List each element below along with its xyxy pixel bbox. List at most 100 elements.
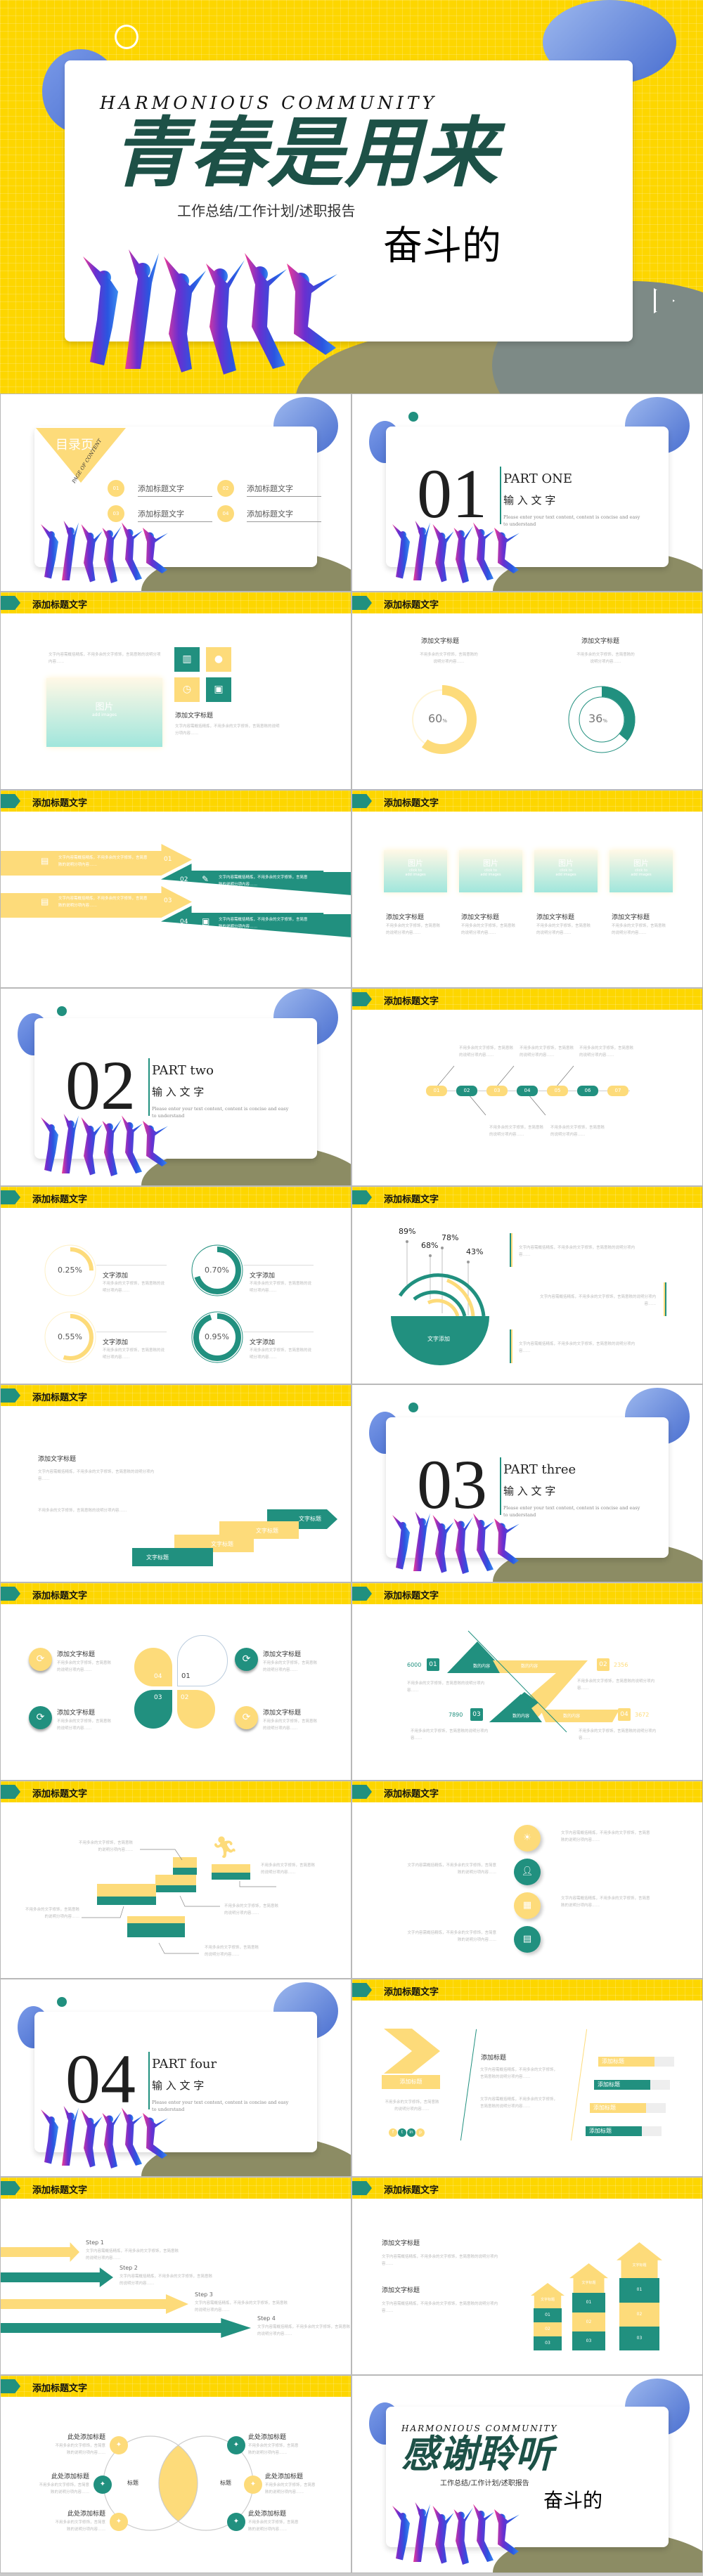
- refresh-icon: ⟳: [29, 1706, 52, 1729]
- jumping-people-illustration: [37, 1114, 178, 1177]
- slide-arrow-bands[interactable]: 添加标题文字 ▤ 01 文字内容需概括精炼，不用多余的文字修饰，言简意赅的说明分…: [0, 790, 352, 988]
- slide-icon-tiles[interactable]: 添加标题文字 文字内容需概括精炼，不用多余的文字修饰，言简意赅的说明分项内容………: [0, 592, 352, 790]
- venn-item-title: 此处添加标题: [67, 2434, 105, 2441]
- venn-item-title: 此处添加标题: [265, 2473, 304, 2480]
- social-f-icon[interactable]: f: [389, 2128, 397, 2137]
- body-text: 不用多余的文字修饰，言简意赅的说明分项内容……: [78, 1841, 133, 1852]
- slide-closing[interactable]: HARMONIOUS COMMUNITY 感谢聆听 工作总结/工作计划/述职报告…: [352, 2375, 703, 2573]
- slide-section-02[interactable]: 02 PART two 输 入 文 字 Please enter your te…: [0, 988, 352, 1186]
- slide-growth-columns[interactable]: 添加标题文字 添加文字标题 文字内容需概括精炼，不用多余的文字修饰，言简意赅的说…: [352, 2177, 703, 2375]
- z-label: 数的内容: [473, 1664, 491, 1669]
- z-value: 6000: [407, 1662, 422, 1668]
- timeline-pill[interactable]: 04: [517, 1086, 538, 1096]
- timeline-pill[interactable]: 03: [486, 1086, 508, 1096]
- slide-timeline[interactable]: 添加标题文字 01 02 03 04 05 06 07 不用多余的文字修饰，言简意赅的说明分…: [352, 988, 703, 1186]
- teal-dot-decoration: [408, 1403, 418, 1412]
- z-value: 2356: [614, 1662, 628, 1668]
- computer-icon: ▣: [202, 916, 210, 926]
- stair-step: 文字标题: [132, 1548, 213, 1566]
- slide-gallery[interactable]: 添加标题文字 图片 click to add images 添加文字标题 不用多余的…: [352, 790, 703, 988]
- growth-title: 添加文字标题: [382, 2287, 420, 2294]
- social-in-icon[interactable]: in: [407, 2128, 415, 2137]
- slide-venn[interactable]: 添加标题文字 标题 标题 ✦ 此处添加标题 不用多余的文字修饰，言简意赅的说明分…: [0, 2375, 352, 2573]
- section-number: 02: [65, 1046, 136, 1124]
- column-segment: 03: [572, 2331, 605, 2350]
- timeline-pill[interactable]: 06: [577, 1086, 598, 1096]
- body-text: 不用多余的文字修饰，言简意赅的说明分项内容……: [250, 1348, 312, 1360]
- image-placeholder[interactable]: 图片 click to add images: [459, 850, 522, 892]
- body-text: 文字内容需概括精炼，不用多余的文字修饰，言简意赅的说明分项内容……: [539, 1295, 656, 1306]
- column-arrow-head: [569, 2263, 608, 2294]
- stairs-title: 添加文字标题: [38, 1456, 77, 1463]
- donut-unit: %: [442, 718, 448, 724]
- image-placeholder[interactable]: 图片 add images: [46, 678, 162, 747]
- tile-building-icon: ▥: [174, 647, 200, 672]
- image-hint: add images: [91, 713, 117, 717]
- closing-subtitle: 工作总结/工作计划/述职报告: [440, 2480, 529, 2487]
- body-text: 文字内容需概括精炼，不用多余的文字修饰，言简意赅的说明分项内容……: [382, 2302, 498, 2313]
- slide-section-03[interactable]: 03 PART three 输 入 文 字 Please enter your …: [352, 1384, 703, 1582]
- closing-tagline: 奋斗的: [543, 2489, 603, 2512]
- lightbulb-icon: ☀: [514, 1825, 541, 1852]
- arrow-number: 04: [180, 918, 188, 925]
- slide-arc-bowl[interactable]: 添加标题文字 89% 68% 78% 43% 文字添加 文字内容需概括精炼，不用…: [352, 1186, 703, 1384]
- slide-header: 添加标题文字: [1, 1187, 351, 1208]
- cover-title: 青春是用来: [112, 110, 500, 197]
- slide-progress-rings[interactable]: 添加标题文字 0.25% 文字添加 不用多余的文字修饰，言简意赅的说明分项内容……: [0, 1186, 352, 1384]
- slide-chevron-bars[interactable]: 添加标题文字 添加标题 不用多余的文字修饰，言简意赅的说明分项内容…… f t in…: [352, 1979, 703, 2177]
- body-text: 不用多余的文字修饰，言简意赅的说明分项内容……: [25, 1908, 79, 1919]
- slide-clover[interactable]: 添加标题文字 04 01 03 02 ⟳ 添加文字标题 不用多余的文字修饰，言简…: [0, 1582, 352, 1781]
- column-arrow-head: [531, 2283, 565, 2308]
- image-label: 图片: [95, 702, 114, 713]
- toc-label: 目录页: [56, 438, 93, 453]
- body-text: 不用多余的文字修饰，言简意赅的说明分项内容……: [576, 653, 635, 664]
- subtitle: 添加文字标题: [175, 713, 214, 720]
- teal-dot-decoration: [57, 1006, 67, 1016]
- clover-title: 添加文字标题: [57, 1651, 96, 1658]
- image-placeholder[interactable]: 图片 click to add images: [534, 850, 598, 892]
- tile-location-icon: ●: [206, 647, 231, 672]
- slide-title: 添加标题文字: [384, 600, 439, 611]
- image-hint: add images: [631, 873, 652, 877]
- body-text: 不用多余的文字修饰，言简意赅的说明分项内容……: [248, 2520, 299, 2532]
- body-text: 不用多余的文字修饰，言简意赅的说明分项内容……: [55, 2444, 105, 2455]
- jumping-people-illustration: [389, 521, 529, 584]
- image-placeholder[interactable]: 图片 click to add images: [610, 850, 673, 892]
- chart-icon: ▦: [514, 1892, 541, 1919]
- slide-header: 添加标题文字: [1, 592, 351, 613]
- column-segment: 03: [534, 2336, 562, 2350]
- slide-stairs[interactable]: 添加标题文字 添加文字标题 文字内容需概括精炼，不用多余的文字修饰，言简意赅的说…: [0, 1384, 352, 1582]
- section-divider: [148, 1058, 150, 1116]
- social-p-icon[interactable]: p: [416, 2128, 425, 2137]
- image-placeholder[interactable]: 图片 click to add images: [384, 850, 447, 892]
- timeline-pill[interactable]: 07: [607, 1086, 628, 1096]
- body-text: 不用多余的文字修饰，言简意赅的说明分项内容……: [420, 653, 478, 664]
- petal-label: 02: [181, 1694, 189, 1701]
- slide-puzzle[interactable]: 添加标题文字 🏃︎ 不用多余的文字修饰，言简意赅的说明分项内容…… 不用多余的文…: [0, 1781, 352, 1979]
- body-text: 文字内容需概括精炼，不用多余的文字修饰，言简意赅的说明分项内容……: [519, 1246, 636, 1257]
- petal-label: 01: [181, 1672, 191, 1680]
- timeline-pill[interactable]: 05: [547, 1086, 568, 1096]
- body-text: 不用多余的文字修饰，言简意赅的说明分项内容……: [411, 1729, 489, 1741]
- slide-vertical-circles[interactable]: 添加标题文字 ☀ 👤︎ ▦ ▤ 文字内容需概括精炼，不用多余的文字修饰，言简意赅…: [352, 1781, 703, 1979]
- ring-value: 0.95%: [205, 1332, 229, 1341]
- social-t-icon[interactable]: t: [398, 2128, 406, 2137]
- donut-value: 36%: [588, 712, 607, 725]
- timeline-pill[interactable]: 01: [426, 1086, 447, 1096]
- stair-label: 文字标题: [146, 1554, 169, 1561]
- body-text: 不用多余的文字修饰，言简意赅的说明分项内容……: [407, 1681, 485, 1693]
- section-divider: [500, 467, 501, 524]
- slide-donuts[interactable]: 添加标题文字 添加文字标题 不用多余的文字修饰，言简意赅的说明分项内容…… 添加…: [352, 592, 703, 790]
- document-icon: ▤: [41, 897, 49, 906]
- petal-04: 04: [134, 1648, 172, 1686]
- timeline-pill[interactable]: 02: [456, 1086, 477, 1096]
- column-segment: 01: [572, 2293, 605, 2312]
- column-title: 添加标题: [481, 2055, 507, 2062]
- clover-title: 添加文字标题: [263, 1710, 302, 1717]
- slide-z-chart[interactable]: 添加标题文字 6000 01 数的内容 数的内容 02 2356 不用多余的文字…: [352, 1582, 703, 1781]
- slide-section-04[interactable]: 04 PART four 输 入 文 字 Please enter your t…: [0, 1979, 352, 2177]
- slide-section-01[interactable]: 01 PART ONE 输 入 文 字 Please enter your te…: [352, 393, 703, 592]
- column-top-label: 文字标题: [632, 2263, 647, 2268]
- slide-toc[interactable]: 目录页 PAGE OF CONTENT 01 添加标题文字 02 添加标题文字 03…: [0, 393, 352, 592]
- slide-steps[interactable]: 添加标题文字 Step 1 文字内容需概括精炼，不用多余的文字修饰，言简意赅的说…: [0, 2177, 352, 2375]
